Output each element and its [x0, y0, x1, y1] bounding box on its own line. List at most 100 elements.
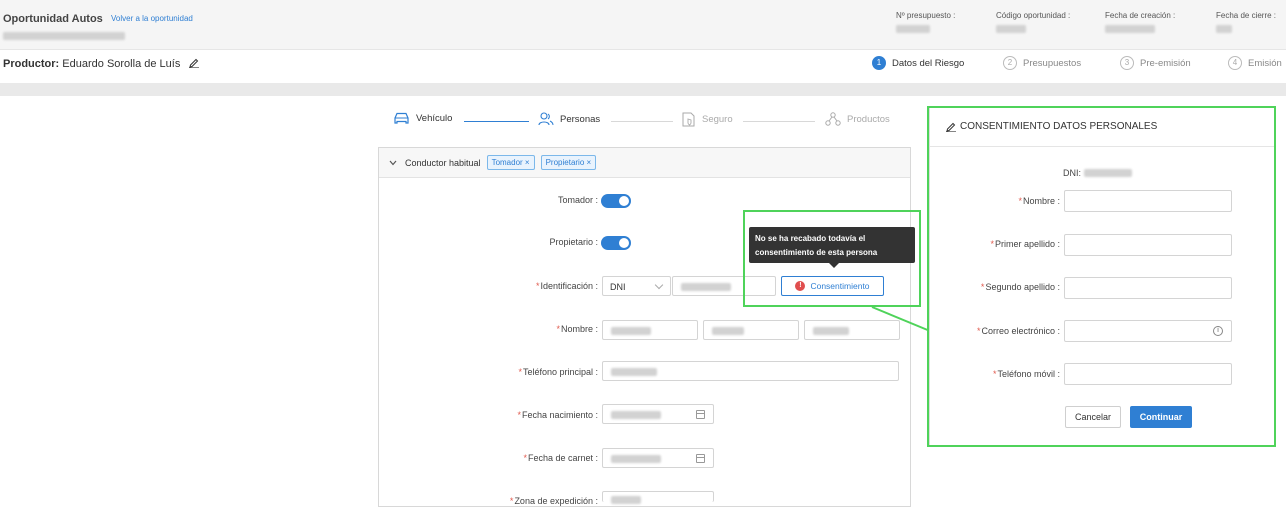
tab-label: Personas — [560, 113, 601, 125]
value-redacted — [712, 327, 744, 335]
fecha-nacimiento-label: *Fecha nacimiento : — [378, 410, 598, 420]
nombre-input[interactable] — [602, 320, 698, 340]
value-redacted — [611, 368, 657, 376]
tag-label: Tomador — [491, 158, 523, 167]
step-4[interactable]: 4 Emisión — [1228, 56, 1282, 70]
id-type-value: DNI — [610, 282, 626, 292]
step-label: Emisión — [1248, 57, 1282, 69]
step-3[interactable]: 3 Pre-emisión — [1120, 56, 1191, 70]
required-mark: * — [509, 496, 514, 506]
telefono-input[interactable] — [602, 361, 899, 381]
meta-value-redacted — [1216, 25, 1232, 33]
connector-line — [871, 306, 931, 332]
step-2[interactable]: 2 Presupuestos — [1003, 56, 1081, 70]
primer-apellido-input[interactable] — [703, 320, 799, 340]
label-text: Fecha de carnet : — [527, 453, 598, 463]
panel-title: Conductor habitual — [405, 157, 481, 168]
propietario-toggle[interactable] — [601, 236, 631, 250]
tab-label: Vehículo — [416, 113, 453, 124]
identificacion-label: *Identificación : — [378, 281, 598, 291]
tab-connector — [464, 121, 529, 122]
tab-connector — [743, 121, 815, 122]
label-text: Identificación : — [540, 281, 598, 291]
tag-propietario: Propietario × — [540, 155, 597, 170]
meta-label: Código oportunidad : — [996, 11, 1071, 20]
panel-header[interactable]: Conductor habitual Tomador × Propietario… — [379, 148, 910, 178]
tab-personas[interactable]: Personas — [538, 112, 600, 126]
chevron-down-icon[interactable] — [389, 160, 397, 166]
meta-value-redacted — [896, 25, 930, 33]
separator-band — [0, 83, 1286, 96]
step-1[interactable]: 1 Datos del Riesgo — [872, 56, 964, 70]
value-redacted — [611, 411, 661, 419]
nombre-label: *Nombre : — [378, 324, 598, 334]
producer: Productor: Eduardo Sorolla de Luís — [3, 58, 200, 70]
tomador-toggle[interactable] — [601, 194, 631, 208]
zona-expedicion-label: *Zona de expedición : — [378, 496, 598, 506]
meta-value-redacted — [1105, 25, 1155, 33]
step-number: 3 — [1120, 56, 1134, 70]
step-label: Pre-emisión — [1140, 57, 1191, 69]
fecha-carnet-label: *Fecha de carnet : — [378, 453, 598, 463]
meta-close-date: Fecha de cierre : — [1216, 11, 1276, 33]
meta-label: Fecha de cierre : — [1216, 11, 1277, 20]
producer-name: Eduardo Sorolla de Luís — [62, 58, 181, 70]
step-number: 2 — [1003, 56, 1017, 70]
tab-connector — [611, 121, 673, 122]
tag-close-icon[interactable]: × — [587, 158, 592, 167]
tab-vehiculo[interactable]: Vehículo — [393, 112, 452, 125]
label-text: Fecha nacimiento : — [521, 410, 598, 420]
tooltip-line-2: consentimiento de esta persona — [755, 248, 878, 257]
telefono-label: *Teléfono principal : — [378, 367, 598, 377]
meta-label: Nº presupuesto : — [896, 11, 956, 20]
highlight-modal — [927, 106, 1276, 447]
meta-budget-number: Nº presupuesto : — [896, 11, 955, 33]
step-number: 1 — [872, 56, 886, 70]
zona-expedicion-select[interactable] — [602, 491, 714, 504]
calendar-icon[interactable] — [696, 454, 705, 463]
required-mark: * — [556, 324, 560, 334]
tab-productos[interactable]: Productos — [825, 112, 890, 126]
required-mark: * — [518, 367, 522, 377]
opportunity-subtitle-redacted — [3, 32, 125, 40]
top-bar — [0, 0, 1286, 50]
step-label: Datos del Riesgo — [892, 57, 965, 69]
tooltip-line-1: No se ha recabado todavía el — [755, 234, 866, 243]
required-mark: * — [523, 453, 527, 463]
tag-close-icon[interactable]: × — [525, 158, 530, 167]
edit-pencil-icon[interactable] — [189, 58, 200, 68]
persons-icon — [538, 112, 554, 126]
step-label: Presupuestos — [1023, 57, 1082, 69]
tag-tomador: Tomador × — [486, 155, 535, 170]
producer-label: Productor: — [3, 58, 60, 70]
id-type-select[interactable]: DNI — [602, 276, 671, 296]
meta-label: Fecha de creación : — [1105, 11, 1176, 20]
required-mark: * — [535, 281, 540, 291]
label-text: Teléfono principal : — [522, 367, 598, 377]
page-title: Oportunidad Autos — [3, 13, 103, 25]
consent-tooltip: No se ha recabado todavía el consentimie… — [749, 227, 915, 268]
tab-seguro[interactable]: Seguro — [682, 112, 733, 127]
tag-label: Propietario — [545, 158, 585, 167]
value-redacted — [611, 327, 651, 335]
value-redacted — [611, 455, 661, 463]
tab-label: Productos — [847, 113, 890, 125]
meta-opportunity-code: Código oportunidad : — [996, 11, 1070, 33]
products-icon — [825, 112, 841, 126]
back-to-opportunity-link[interactable]: Volver a la oportunidad — [111, 14, 193, 23]
value-redacted — [611, 496, 641, 504]
sub-tabs: Vehículo Personas Seguro Productos — [393, 112, 903, 130]
id-number-redacted — [681, 283, 731, 291]
meta-creation-date: Fecha de creación : — [1105, 11, 1175, 33]
tab-label: Seguro — [702, 114, 733, 125]
fecha-nacimiento-input[interactable] — [602, 404, 714, 424]
fecha-carnet-input[interactable] — [602, 448, 714, 468]
document-shield-icon — [682, 112, 695, 127]
tomador-label: Tomador : — [557, 195, 598, 205]
calendar-icon[interactable] — [696, 410, 705, 419]
chevron-down-icon — [654, 280, 664, 290]
step-number: 4 — [1228, 56, 1242, 70]
required-mark: * — [517, 410, 521, 420]
label-text: Nombre : — [560, 324, 598, 334]
value-redacted — [813, 327, 849, 335]
